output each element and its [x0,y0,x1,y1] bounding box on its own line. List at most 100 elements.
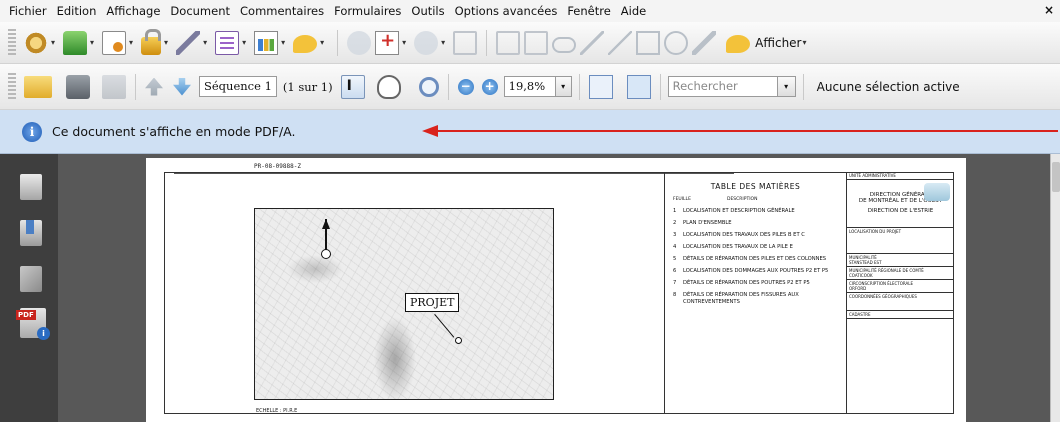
toolbar-separator [802,73,804,100]
hand-tool-icon[interactable] [376,74,401,99]
cadastre-cell: CADASTRE [847,311,954,319]
save-icon[interactable] [102,74,126,99]
menu-bar: Fichier Edition Affichage Document Comme… [0,0,1060,22]
fit-page-icon[interactable] [626,74,651,99]
export-icon[interactable] [102,30,127,55]
scrollbar-thumb[interactable] [1052,162,1060,192]
page-count-label: (1 sur 1) [282,79,333,94]
print-icon[interactable] [66,74,90,99]
geo-label: COORDONNÉES GÉOGRAPHIQUES [849,294,917,299]
org-subdirection: DIRECTION DE L'ESTRIE [867,208,934,214]
menu-outils[interactable]: Outils [406,0,449,22]
cloud-icon[interactable] [552,36,577,53]
menu-fenetre[interactable]: Fenêtre [562,0,615,22]
multimedia-icon[interactable] [254,30,279,55]
marquee-zoom-icon[interactable] [418,76,439,97]
open-folder-icon[interactable] [24,75,52,98]
toc-row-description: LOCALISATION DES TRAVAUX DES PILES B ET … [683,232,805,238]
combine-files-icon[interactable] [63,30,88,55]
previous-page-icon[interactable] [145,77,163,96]
sticky-note-icon[interactable] [347,30,372,55]
pages-icon[interactable] [20,174,42,200]
close-document-icon[interactable]: × [1044,3,1054,17]
circonscription-cell: CIRCONSCRIPTION ÉLECTORALE ORFORD [847,280,954,293]
menu-formulaires[interactable]: Formulaires [329,0,406,22]
project-location-cell: LOCALISATION DU PROJET [847,228,954,254]
toc-row-number: 5 [673,256,677,262]
toolbar-separator [578,73,580,100]
pdf-standards-icon[interactable]: PDF i [16,308,50,340]
task-toolbar: ▾ ▾ ▾ ▾ ▾ ▾ ▾ ▾ ▾ ▾ Afficher ▾ [0,22,1060,64]
ministry-logo-icon [924,183,950,201]
chevron-down-icon[interactable]: ▾ [90,38,94,47]
toolbar-separator [659,73,661,100]
bookmarks-icon[interactable] [20,220,42,246]
oval-tool-icon[interactable] [664,30,689,55]
document-viewport[interactable]: PR-08-09888-Z PROJET ECHELLE : PI.R.E TA… [58,154,1050,422]
toolbar-grip[interactable] [8,28,16,57]
search-options-chevron-icon[interactable]: ▾ [777,76,796,97]
textbox-icon[interactable] [496,30,521,55]
chevron-down-icon[interactable]: ▾ [129,38,133,47]
chevron-down-icon[interactable]: ▾ [164,38,168,47]
text-edit-icon[interactable] [375,30,400,55]
menu-options-avancees[interactable]: Options avancées [450,0,563,22]
sign-pen-icon[interactable] [176,30,201,55]
toc-row: 7 DÉTAILS DE RÉPARATION DES POUTRES P2 ET… [673,280,838,287]
chevron-down-icon[interactable]: ▾ [320,38,324,47]
projet-label: PROJET [405,293,460,312]
menu-commentaires[interactable]: Commentaires [235,0,329,22]
lock-icon[interactable] [141,28,162,55]
pdf-page: PR-08-09888-Z PROJET ECHELLE : PI.R.E TA… [146,158,966,422]
stamp-icon[interactable] [414,30,439,55]
chevron-down-icon[interactable]: ▾ [402,38,406,47]
afficher-label: Afficher [755,35,802,50]
attach-file-icon[interactable] [453,30,478,55]
callout-icon[interactable] [524,30,549,55]
next-page-icon[interactable] [173,77,191,96]
zoom-level-field[interactable]: 19,8% [503,76,556,97]
toolbar-grip[interactable] [8,72,16,101]
menu-fichier[interactable]: Fichier [4,0,52,22]
comment-review-icon[interactable] [293,35,318,53]
muni-value: STANSTEAD EST [849,260,882,265]
chevron-down-icon[interactable]: ▾ [51,38,55,47]
forms-icon[interactable] [215,30,240,55]
fit-width-icon[interactable] [588,74,613,99]
toc-row-number: 3 [673,232,677,238]
cadastre-label: CADASTRE [849,312,871,317]
pdf-tag-icon: PDF [16,310,36,320]
zoom-in-icon[interactable]: + [481,78,498,95]
rectangle-tool-icon[interactable] [636,30,661,55]
toc-row: 3 LOCALISATION DES TRAVAUX DES PILES B ET… [673,232,838,239]
toc-row: 1 LOCALISATION ET DESCRIPTION GÉNÉRALE [673,208,838,215]
menu-affichage[interactable]: Affichage [101,0,165,22]
menu-document[interactable]: Document [165,0,235,22]
chevron-down-icon[interactable]: ▾ [203,38,207,47]
info-badge-icon: i [37,327,50,340]
toc-col-sheet: FEUILLE [673,197,691,202]
toc-row-description: DÉTAILS DE RÉPARATION DES POUTRES P2 ET … [683,280,810,286]
chevron-down-icon[interactable]: ▾ [441,38,445,47]
create-pdf-icon[interactable] [24,30,48,55]
line-tool-icon[interactable] [608,30,633,55]
toc-title: TABLE DES MATIÈRES [710,182,801,191]
menu-edition[interactable]: Edition [52,0,102,22]
red-arrow-annotation [422,125,1058,137]
pencil-tool-icon[interactable] [692,30,717,55]
select-tool-icon[interactable] [340,74,365,99]
vertical-scrollbar[interactable] [1050,154,1060,422]
menu-aide[interactable]: Aide [616,0,651,22]
search-input[interactable]: Rechercher [667,76,778,97]
arrow-tool-icon[interactable] [580,30,605,55]
toc-row: 5 DÉTAILS DE RÉPARATION DES PILES ET DES … [673,256,838,263]
chevron-down-icon[interactable]: ▾ [242,38,246,47]
zoom-dropdown-chevron-icon[interactable]: ▾ [555,76,572,97]
page-number-field[interactable]: Séquence 1 [199,76,277,97]
signatures-icon[interactable] [20,266,42,292]
show-comments-button[interactable]: Afficher ▾ [724,32,812,53]
toc-col-description: DESCRIPTION [727,197,758,202]
chevron-down-icon[interactable]: ▾ [281,38,285,47]
zoom-out-icon[interactable]: − [457,78,474,95]
toc-row-number: 1 [673,208,677,214]
